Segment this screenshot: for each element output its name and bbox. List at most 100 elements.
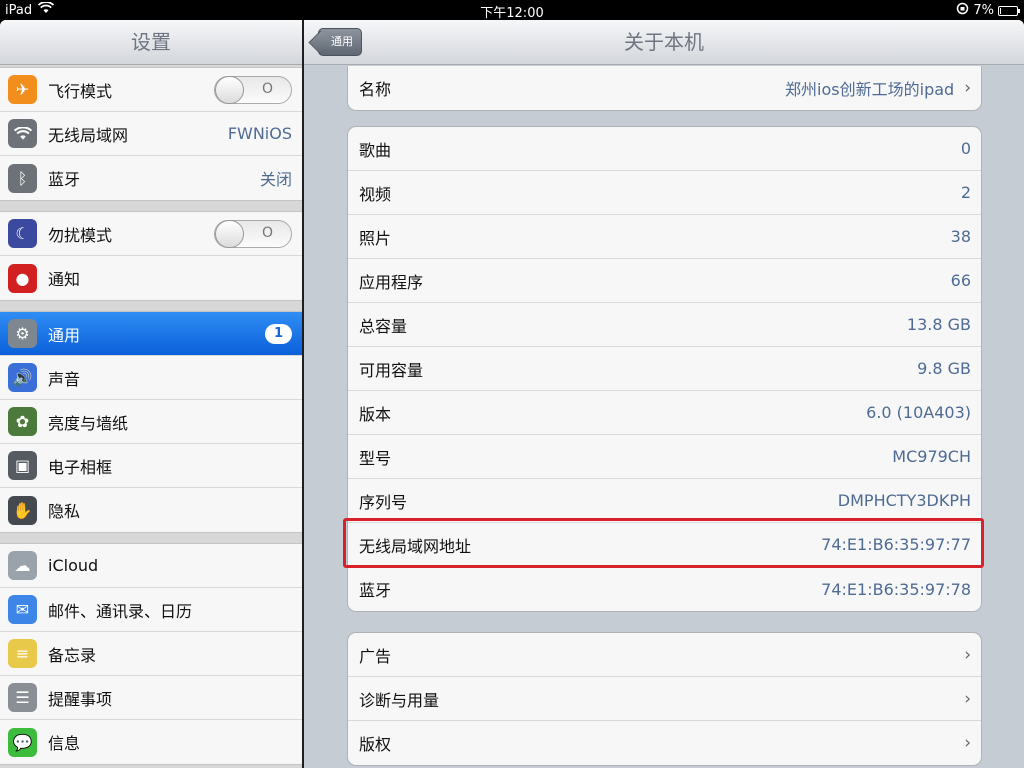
sidebar-group: ☁ iCloud ✉ 邮件、通讯录、日历 ≡ 备忘录 ☰ 提醒事项 💬 信息: [0, 543, 302, 765]
cloud-icon: ☁: [8, 551, 37, 580]
detail-row-label: 歌曲: [359, 140, 392, 160]
detail-row-right: 2: [961, 183, 971, 202]
chevron-right-icon: ›: [964, 733, 971, 753]
sidebar-item-label: 飞行模式: [48, 81, 113, 101]
sidebar-item-label: iCloud: [48, 556, 99, 575]
detail-row[interactable]: 版权 ›: [348, 721, 981, 765]
toggle-switch[interactable]: O: [214, 220, 292, 248]
sidebar-item-mail[interactable]: ✉ 邮件、通讯录、日历: [0, 588, 302, 632]
detail-row-right: 66: [951, 271, 971, 290]
detail-row-value: MC979CH: [892, 447, 971, 466]
toggle-switch[interactable]: O: [214, 76, 292, 104]
detail-row: 可用容量 9.8 GB: [348, 347, 981, 391]
sidebar-item-brightness[interactable]: ✿ 亮度与墙纸: [0, 400, 302, 444]
detail-row-value: 74:E1:B6:35:97:78: [821, 579, 971, 599]
moon-icon: ☾: [8, 219, 37, 248]
sidebar-item-label: 信息: [48, 734, 81, 753]
toggle-off-label: O: [261, 225, 273, 241]
sidebar-item-notes[interactable]: ≡ 备忘录: [0, 632, 302, 676]
detail-row[interactable]: 名称 郑州ios创新工场的ipad ›: [348, 66, 981, 110]
detail-row-value: 0: [960, 139, 971, 158]
group-gap: [0, 301, 302, 311]
reminders-icon: ☰: [8, 683, 37, 712]
sidebar-item-notifications[interactable]: ● 通知: [0, 256, 302, 300]
back-button[interactable]: 通用: [318, 28, 362, 56]
detail-row-value: 6.0 (10A403): [866, 403, 971, 422]
sidebar-item-icloud[interactable]: ☁ iCloud: [0, 544, 302, 588]
toggle-knob: [215, 220, 244, 248]
notification-icon: ●: [8, 263, 37, 293]
battery-icon: [998, 5, 1020, 16]
detail-row: 序列号 DMPHCTY3DKPH: [348, 479, 981, 523]
detail-row-label: 应用程序: [359, 272, 424, 292]
detail-group: 广告 › 诊断与用量 › 版权 ›: [347, 632, 982, 766]
sidebar-item-general[interactable]: ⚙ 通用 1: [0, 312, 302, 356]
status-time: 下午12:00: [480, 6, 544, 21]
sidebar-item-label: 隐私: [48, 502, 81, 521]
hand-icon: ✋: [8, 495, 37, 525]
sidebar-group: ✈ 飞行模式 O 无线局域网 FWNiOS ᛒ 蓝牙 关闭: [0, 67, 302, 201]
detail-row: 照片 38: [348, 215, 981, 259]
detail-row-right: 郑州ios创新工场的ipad ›: [785, 76, 971, 100]
sidebar-item-sounds[interactable]: 🔊 声音: [0, 356, 302, 400]
sidebar-item-wifi[interactable]: 无线局域网 FWNiOS: [0, 112, 302, 156]
flower-icon: ✿: [8, 407, 37, 436]
sidebar-item-label: 邮件、通讯录、日历: [48, 601, 193, 621]
detail-row-right: ›: [954, 733, 971, 753]
detail-row[interactable]: 广告 ›: [348, 633, 981, 677]
detail-group: 名称 郑州ios创新工场的ipad ›: [347, 66, 982, 111]
sidebar-title: 设置: [0, 20, 302, 65]
detail-row-value: DMPHCTY3DKPH: [837, 491, 971, 510]
highlight-box: [343, 518, 984, 568]
detail-row-right: ›: [954, 645, 971, 665]
detail-row-label: 广告: [359, 646, 392, 666]
sidebar-item-value: 关闭: [259, 170, 292, 189]
detail-row: 版本 6.0 (10A403): [348, 391, 981, 435]
sidebar-item-privacy[interactable]: ✋ 隐私: [0, 488, 302, 532]
detail-row-label: 型号: [359, 448, 392, 468]
status-bar: iPad 下午12:00 7%: [0, 0, 1024, 21]
detail-row: 蓝牙 74:E1:B6:35:97:78: [348, 567, 981, 611]
detail-row-label: 总容量: [359, 316, 408, 336]
message-icon: 💬: [8, 727, 37, 757]
detail-row-right: 6.0 (10A403): [866, 403, 971, 422]
sidebar-item-dnd[interactable]: ☾ 勿扰模式 O: [0, 212, 302, 256]
detail-row-right: ›: [954, 689, 971, 709]
detail-row-right: MC979CH: [892, 447, 971, 466]
detail-row-right: DMPHCTY3DKPH: [838, 491, 971, 510]
detail-row-label: 版权: [359, 735, 392, 754]
bluetooth-icon: ᛒ: [8, 163, 37, 193]
gear-icon: ⚙: [8, 319, 37, 348]
detail-row: 歌曲 0: [348, 127, 981, 171]
detail-row-label: 视频: [359, 184, 392, 204]
sidebar-item-picture-frame[interactable]: ▣ 电子相框: [0, 444, 302, 488]
detail-row-value: 郑州ios创新工场的ipad: [785, 80, 955, 99]
sidebar-group: ☾ 勿扰模式 O ● 通知: [0, 211, 302, 301]
wifi-icon: [8, 119, 37, 148]
sidebar-item-reminders[interactable]: ☰ 提醒事项: [0, 676, 302, 720]
notes-icon: ≡: [8, 639, 37, 668]
detail-row-right: 9.8 GB: [917, 359, 971, 378]
sidebar-item-label: 亮度与墙纸: [48, 413, 129, 433]
sidebar-item-label: 通知: [48, 270, 81, 289]
detail-row-value: 38: [950, 227, 971, 246]
detail-row-label: 可用容量: [359, 360, 424, 380]
chevron-right-icon: ›: [964, 78, 971, 98]
sidebar-item-label: 备忘录: [48, 645, 97, 665]
sidebar-item-messages[interactable]: 💬 信息: [0, 720, 302, 764]
sidebar-item-airplane[interactable]: ✈ 飞行模式 O: [0, 68, 302, 112]
detail-nav-bar: 通用 关于本机: [304, 20, 1024, 65]
detail-row[interactable]: 诊断与用量 ›: [348, 677, 981, 721]
detail-row: 总容量 13.8 GB: [348, 303, 981, 347]
picture-frame-icon: ▣: [8, 451, 37, 480]
detail-row-right: 38: [951, 227, 971, 246]
detail-row-value: 9.8 GB: [917, 359, 971, 378]
detail-row-right: 13.8 GB: [907, 315, 971, 334]
sidebar-item-label: 声音: [48, 369, 81, 389]
group-gap: [0, 533, 302, 543]
sidebar-item-bluetooth[interactable]: ᛒ 蓝牙 关闭: [0, 156, 302, 200]
detail-row: 应用程序 66: [348, 259, 981, 303]
detail-row-label: 名称: [359, 80, 392, 99]
mail-icon: ✉: [8, 595, 37, 624]
rotation-lock-icon: [956, 2, 969, 19]
